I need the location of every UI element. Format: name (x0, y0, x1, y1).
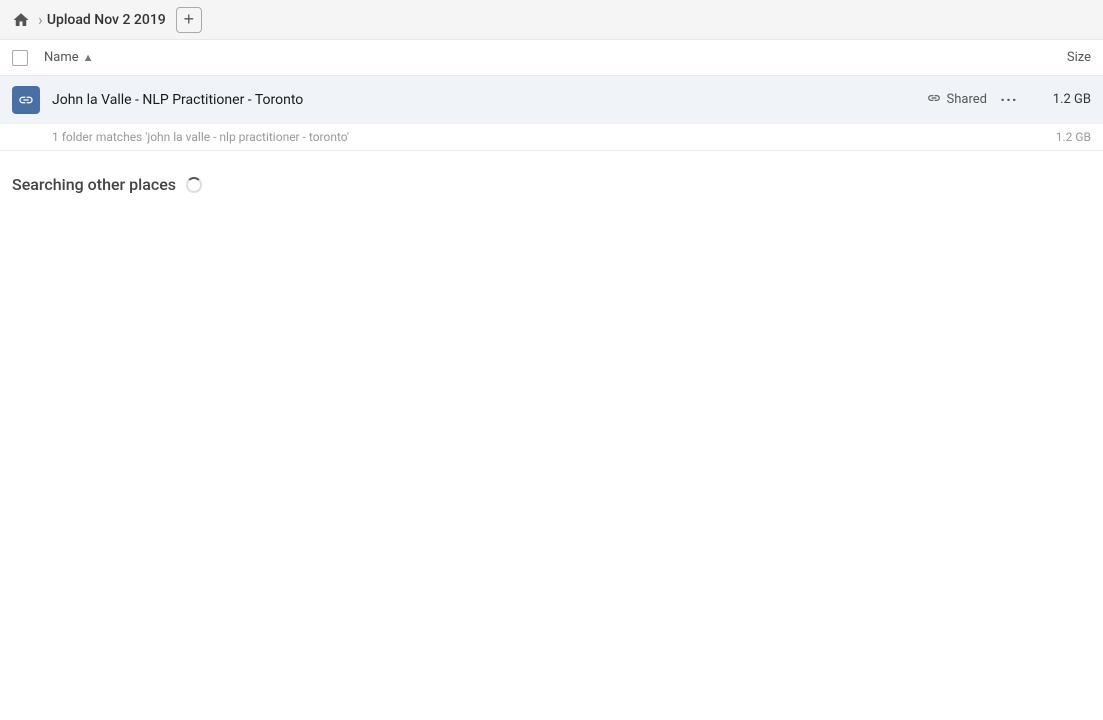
size-column-header: Size (1011, 50, 1091, 65)
name-column-label: Name (44, 50, 79, 65)
home-button[interactable] (12, 11, 30, 29)
name-column-header[interactable]: Name ▲ (44, 50, 1011, 65)
match-info-row: 1 folder matches 'john la valle - nlp pr… (0, 124, 1103, 151)
select-all-checkbox[interactable] (12, 50, 28, 66)
searching-label: Searching other places (12, 175, 176, 194)
file-size-label: 1.2 GB (1031, 92, 1091, 107)
file-list-row[interactable]: John la Valle - NLP Practitioner - Toron… (0, 76, 1103, 124)
more-options-button[interactable]: ··· (995, 86, 1023, 114)
match-size: 1.2 GB (1056, 130, 1091, 144)
match-info-text: 1 folder matches 'john la valle - nlp pr… (52, 130, 349, 144)
folder-link-icon (12, 86, 40, 114)
link-icon (927, 91, 941, 109)
add-button[interactable]: + (176, 7, 202, 33)
sort-arrow-icon: ▲ (83, 51, 94, 64)
select-all-checkbox-col (12, 50, 44, 66)
breadcrumb-bar: › Upload Nov 2 2019 + (0, 0, 1103, 40)
file-name-label: John la Valle - NLP Practitioner - Toron… (44, 92, 927, 108)
breadcrumb-current: Upload Nov 2 2019 (47, 12, 166, 28)
shared-section: Shared (927, 91, 987, 109)
column-header-row: Name ▲ Size (0, 40, 1103, 76)
file-icon-wrap (12, 86, 44, 114)
breadcrumb-separator: › (38, 10, 43, 29)
loading-spinner (186, 177, 202, 193)
searching-section: Searching other places (0, 151, 1103, 206)
shared-label: Shared (947, 92, 987, 107)
